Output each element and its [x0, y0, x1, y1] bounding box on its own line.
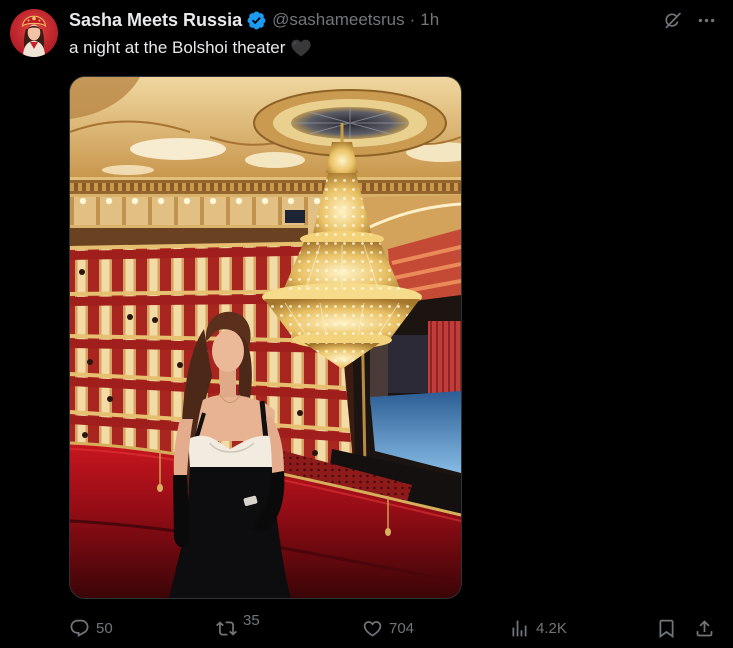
verified-badge-icon[interactable]	[246, 10, 267, 31]
avatar-image	[10, 9, 58, 57]
bookmark-button[interactable]	[656, 616, 677, 640]
views-button[interactable]: 4.2K	[509, 616, 567, 640]
handle[interactable]: @sashameetsrus	[272, 10, 405, 30]
tweet-header: Sasha Meets Russia @sashameetsrus · 1h	[69, 8, 439, 32]
like-icon	[362, 618, 383, 639]
reply-button[interactable]: 50	[69, 616, 113, 640]
black-heart-emoji-icon	[290, 37, 312, 59]
avatar[interactable]	[10, 9, 58, 57]
timestamp[interactable]: 1h	[420, 10, 439, 30]
views-icon	[509, 618, 530, 639]
grok-icon[interactable]	[661, 9, 683, 31]
tweet-text-content: a night at the Bolshoi theater	[69, 38, 286, 57]
display-name[interactable]: Sasha Meets Russia	[69, 10, 242, 31]
like-count: 704	[389, 619, 415, 637]
like-button[interactable]: 704	[362, 616, 414, 640]
reply-icon	[69, 618, 90, 639]
more-icon[interactable]	[695, 9, 717, 31]
share-icon	[694, 618, 715, 639]
separator-dot: ·	[409, 10, 416, 29]
photo-scene	[70, 77, 461, 598]
bookmark-icon	[656, 618, 677, 639]
share-button[interactable]	[694, 616, 715, 640]
repost-icon	[216, 618, 237, 639]
reply-count: 50	[96, 619, 113, 637]
repost-count: 35	[243, 611, 260, 629]
views-count: 4.2K	[536, 619, 567, 637]
ceiling	[70, 77, 461, 179]
tweet-text: a night at the Bolshoi theater	[69, 36, 312, 60]
tweet-photo[interactable]	[69, 76, 462, 599]
repost-button[interactable]: 35	[216, 612, 260, 640]
